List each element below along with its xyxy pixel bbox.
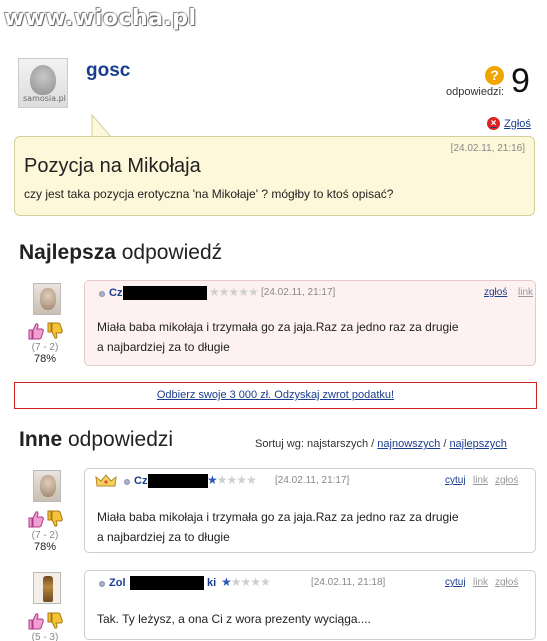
vote-count: (7 - 2) <box>31 530 59 541</box>
star-empty-icon: ★ <box>209 285 220 299</box>
star-empty-icon: ★ <box>260 575 271 589</box>
best-heading-rest: odpowiedź <box>115 241 223 264</box>
question-author[interactable]: gosc <box>86 60 130 82</box>
star-empty-icon: ★ <box>250 575 261 589</box>
star-empty-icon: ★ <box>218 285 230 299</box>
avatar-watermark: samosia.pl <box>23 94 66 103</box>
question-avatar[interactable]: samosia.pl <box>18 58 68 108</box>
answer-box: Cz ★★★★★ [24.02.11, 21:17] cytuj link zg… <box>84 468 536 553</box>
answer-box: Zol ki ★★★★★ [24.02.11, 21:18] cytuj lin… <box>84 570 536 640</box>
star-empty-icon: ★ <box>230 575 242 589</box>
question-mark-icon: ? <box>485 66 504 85</box>
star-empty-icon: ★ <box>246 473 257 487</box>
answer-date: [24.02.11, 21:17] <box>275 475 350 486</box>
vote-block: (7 - 2) 78% <box>25 322 65 365</box>
best-answer-heading: Najlepsza odpowiedź <box>19 241 222 265</box>
vote-count: (5 - 3) <box>31 632 59 641</box>
vote-block: (7 - 2) 78% <box>25 510 65 553</box>
sort-best-link[interactable]: najlepszych <box>449 438 506 450</box>
question-box: [24.02.11, 21:16] Pozycja na Mikołaja cz… <box>14 136 535 216</box>
rating-stars: ★★★★★ <box>221 575 271 589</box>
question-title: Pozycja na Mikołaja <box>24 155 201 177</box>
rating-stars: ★★★★★ <box>209 285 259 299</box>
sort-newest-link[interactable]: najnowszych <box>377 438 440 450</box>
answer-text-line1: Miała baba mikołaja i trzymała go za jaj… <box>97 510 459 524</box>
thumb-up-icon[interactable] <box>28 612 44 630</box>
thumb-down-icon[interactable] <box>47 322 63 340</box>
site-watermark: www.wiocha.pl <box>4 6 197 31</box>
thumb-down-icon[interactable] <box>47 612 63 630</box>
redaction-bar <box>148 474 208 488</box>
answer-author-end[interactable]: ki <box>207 577 216 589</box>
permalink[interactable]: link <box>473 577 488 588</box>
answers-count: 9 <box>511 62 530 100</box>
answer-date: [24.02.11, 21:17] <box>261 287 336 298</box>
vote-percent: 78% <box>33 541 57 553</box>
report-question-label: Zgłoś <box>504 117 531 130</box>
answer-avatar[interactable] <box>33 470 61 502</box>
question-date: [24.02.11, 21:16] <box>450 143 525 154</box>
rating-stars: ★★★★★ <box>207 473 257 487</box>
vote-count: (7 - 2) <box>31 342 59 353</box>
answer-text-line2: a najbardziej za to długie <box>97 340 230 354</box>
answer-author[interactable]: Cz <box>109 287 122 299</box>
permalink[interactable]: link <box>518 287 533 298</box>
other-answers-heading: Inne odpowiedzi <box>19 428 173 452</box>
star-empty-icon: ★ <box>240 575 252 589</box>
status-dot-icon <box>99 291 105 297</box>
thumb-down-icon[interactable] <box>47 510 63 528</box>
permalink[interactable]: link <box>473 475 488 486</box>
answer-text-line1: Miała baba mikołaja i trzymała go za jaj… <box>97 320 459 334</box>
other-heading-bold: Inne <box>19 428 63 451</box>
avatar-silhouette <box>30 65 56 95</box>
answer-author[interactable]: Cz <box>134 475 147 487</box>
star-empty-icon: ★ <box>216 473 228 487</box>
star-empty-icon: ★ <box>236 473 247 487</box>
star-empty-icon: ★ <box>228 285 240 299</box>
star-empty-icon: ★ <box>226 473 238 487</box>
thumb-up-icon[interactable] <box>28 322 44 340</box>
answer-avatar[interactable] <box>33 283 61 315</box>
redaction-bar <box>123 286 207 300</box>
ad-banner[interactable]: Odbierz swoje 3 000 zł. Odzyskaj zwrot p… <box>14 382 537 409</box>
answer-avatar[interactable] <box>33 572 61 604</box>
close-icon: × <box>487 117 500 130</box>
report-link[interactable]: zgłoś <box>495 577 518 588</box>
ad-link[interactable]: Odbierz swoje 3 000 zł. Odzyskaj zwrot p… <box>157 389 394 401</box>
answer-author-start[interactable]: Zol <box>109 577 126 589</box>
star-empty-icon: ★ <box>238 285 249 299</box>
answer-date: [24.02.11, 21:18] <box>311 577 386 588</box>
question-body: czy jest taka pozycja erotyczna 'na Miko… <box>24 187 394 201</box>
star-filled-icon: ★ <box>207 473 218 487</box>
star-filled-icon: ★ <box>221 575 232 589</box>
answer-text-line2: a najbardziej za to długie <box>97 530 230 544</box>
quote-link[interactable]: cytuj <box>445 577 466 588</box>
quote-link[interactable]: cytuj <box>445 475 466 486</box>
status-dot-icon <box>99 581 105 587</box>
report-question-link[interactable]: × Zgłoś <box>487 117 531 130</box>
star-empty-icon: ★ <box>248 285 259 299</box>
vote-block: (5 - 3) <box>25 612 65 641</box>
thumb-up-icon[interactable] <box>28 510 44 528</box>
sort-prefix: Sortuj wg: najstarszych / <box>255 438 378 450</box>
sort-bar: Sortuj wg: najstarszych / najnowszych / … <box>255 438 507 450</box>
answer-text-line1: Tak. Ty leżysz, a ona Ci z wora prezenty… <box>97 612 371 626</box>
vote-percent: 78% <box>33 353 57 365</box>
status-dot-icon <box>124 479 130 485</box>
best-heading-bold: Najlepsza <box>19 241 116 264</box>
answers-label: odpowiedzi: <box>446 86 505 98</box>
report-link[interactable]: zgłoś <box>484 287 507 298</box>
report-link[interactable]: zgłoś <box>495 475 518 486</box>
other-heading-rest: odpowiedzi <box>62 428 174 451</box>
best-answer-box: Cz ★★★★★ [24.02.11, 21:17] zgłoś link Mi… <box>84 280 536 366</box>
redaction-bar <box>130 576 204 590</box>
